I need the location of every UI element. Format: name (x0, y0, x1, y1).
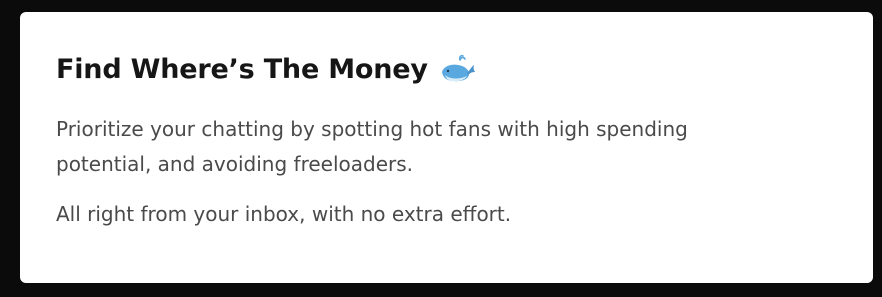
description-line-1: Prioritize your chatting by spotting hot… (56, 117, 688, 141)
card-footer-text: All right from your inbox, with no extra… (56, 202, 512, 226)
card-header: Find Where’s The Money (56, 48, 873, 90)
card-description: Prioritize your chatting by spotting hot… (56, 112, 873, 182)
card-title: Find Where’s The Money (56, 53, 428, 85)
feature-card: Find Where’s The Money Prioritize your c… (20, 12, 873, 283)
description-line-2: potential, and avoiding freeloaders. (56, 152, 414, 176)
whale-icon (438, 54, 476, 84)
